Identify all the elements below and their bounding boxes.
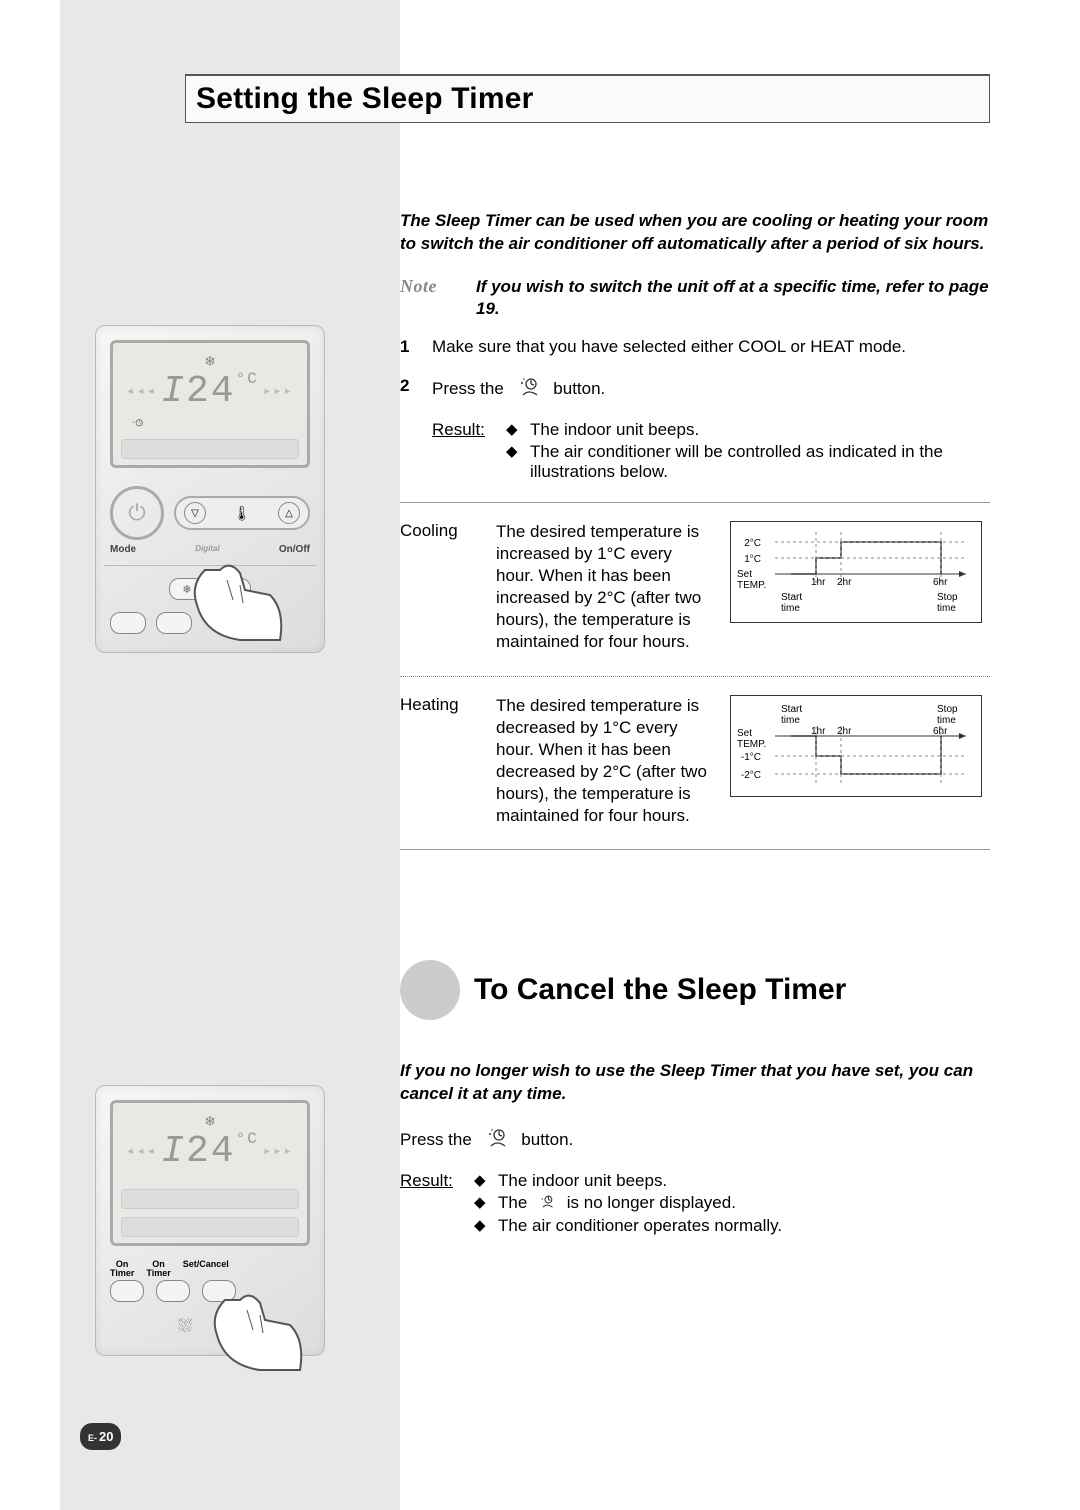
on-timer-label: OnTimer	[110, 1260, 134, 1278]
divider	[400, 502, 990, 503]
on-timer-button[interactable]	[110, 1280, 144, 1302]
svg-text:1°C: 1°C	[744, 554, 761, 565]
svg-text:-2°C: -2°C	[741, 770, 761, 781]
svg-text:-1°C: -1°C	[741, 752, 761, 763]
svg-text:TEMP.: TEMP.	[737, 580, 766, 591]
heading-setting: Setting the Sleep Timer	[196, 82, 979, 116]
grey-circle-icon	[400, 960, 460, 1020]
step-1-text: Make sure that you have selected either …	[432, 336, 990, 359]
diamond-icon: ◆	[506, 442, 520, 482]
svg-text:2°C: 2°C	[744, 538, 761, 549]
section-heading-box: Setting the Sleep Timer	[185, 74, 990, 123]
temp-control[interactable]: ▽ 🌡 △	[174, 496, 310, 530]
fan-bars-left-icon: ◂◂◂	[126, 383, 157, 400]
off-timer-label: OnTimer	[146, 1260, 170, 1278]
note-label: Note	[400, 276, 458, 320]
temp-down-icon[interactable]: ▽	[184, 502, 206, 524]
snowflake-icon: ❄	[121, 353, 299, 370]
lcd-temp-value: I24°C	[161, 370, 259, 413]
step-2-post: button.	[553, 379, 605, 398]
cancel-heading: To Cancel the Sleep Timer	[474, 973, 846, 1007]
cancel-section: To Cancel the Sleep Timer If you no long…	[400, 960, 990, 1238]
svg-text:2hr: 2hr	[837, 726, 852, 737]
result-row: Result: ◆The indoor unit beeps. ◆The air…	[432, 420, 990, 484]
off-timer-button[interactable]	[156, 1280, 190, 1302]
step-1: 1 Make sure that you have selected eithe…	[400, 336, 990, 359]
svg-text:Start: Start	[781, 704, 802, 715]
cancel-result: Result: ◆ The indoor unit beeps. ◆ The is…	[400, 1171, 990, 1238]
svg-text:Set: Set	[737, 728, 752, 739]
cooling-label: Cooling	[400, 521, 478, 654]
step-2-text: Press the button.	[432, 375, 990, 404]
heating-chart: -1°C -2°C Set TEMP. 1hr 2hr 6hr Start ti…	[730, 695, 982, 797]
svg-text:Start: Start	[781, 592, 802, 603]
result-b2: The air conditioner will be controlled a…	[530, 442, 990, 482]
cooling-desc: The desired temperature is increased by …	[496, 521, 712, 654]
dotted-divider	[400, 676, 990, 677]
svg-text:6hr: 6hr	[933, 577, 948, 588]
divider	[400, 849, 990, 850]
cancel-press-pre: Press the	[400, 1130, 472, 1149]
diamond-icon: ◆	[506, 420, 520, 440]
thermometer-icon: 🌡	[233, 505, 251, 522]
result-label: Result:	[432, 420, 488, 484]
content-column: The Sleep Timer can be used when you are…	[400, 210, 990, 868]
hand-pointer-icon	[205, 1285, 315, 1375]
diamond-icon: ◆	[474, 1193, 488, 1214]
hand-pointer-icon	[185, 555, 295, 645]
cancel-press-post: button.	[521, 1130, 573, 1149]
intro-text: The Sleep Timer can be used when you are…	[400, 210, 990, 256]
diamond-icon: ◆	[474, 1171, 488, 1191]
svg-text:time: time	[937, 715, 956, 726]
svg-text:1hr: 1hr	[811, 577, 826, 588]
note-text: If you wish to switch the unit off at a …	[476, 276, 990, 320]
set-cancel-label: Set/Cancel	[183, 1260, 229, 1278]
swing-icon: ⛆	[178, 1316, 192, 1337]
svg-text:Stop: Stop	[937, 704, 958, 715]
fan-bars-right-icon: ▸▸▸	[263, 383, 294, 400]
svg-text:time: time	[781, 603, 800, 614]
sleep-icon	[481, 1126, 513, 1155]
cancel-b3: The air conditioner operates normally.	[498, 1216, 782, 1236]
page-number: E-20	[80, 1423, 121, 1450]
heating-label: Heating	[400, 695, 478, 828]
svg-text:6hr: 6hr	[933, 726, 948, 737]
cancel-b1: The indoor unit beeps.	[498, 1171, 667, 1191]
cancel-press: Press the button.	[400, 1126, 990, 1155]
temp-up-icon[interactable]: △	[278, 502, 300, 524]
result-b1: The indoor unit beeps.	[530, 420, 699, 440]
result-bullets: ◆The indoor unit beeps. ◆The air conditi…	[506, 420, 990, 484]
cancel-result-label: Result:	[400, 1171, 456, 1238]
lcd-sleep-icon	[121, 417, 299, 431]
remote-lcd-2: ❄ ◂◂◂ I24°C ▸▸▸	[110, 1100, 310, 1246]
cancel-b2: The is no longer displayed.	[498, 1193, 736, 1214]
cancel-heading-row: To Cancel the Sleep Timer	[400, 960, 990, 1020]
mode-label: Mode	[110, 544, 136, 555]
svg-text:Stop: Stop	[937, 592, 958, 603]
svg-text:1hr: 1hr	[811, 726, 826, 737]
heating-row: Heating The desired temperature is decre…	[400, 695, 990, 828]
onoff-label: On/Off	[279, 544, 310, 555]
cooling-row: Cooling The desired temperature is incre…	[400, 521, 990, 654]
heating-desc: The desired temperature is decreased by …	[496, 695, 712, 828]
cooling-chart: 2°C 1°C Set TEMP. 1hr 2hr 6hr Start time…	[730, 521, 982, 623]
svg-text:time: time	[937, 603, 956, 614]
step-2: 2 Press the button.	[400, 375, 990, 404]
svg-text:time: time	[781, 715, 800, 726]
power-button[interactable]: ⏻	[110, 486, 164, 540]
sleep-icon-small	[536, 1193, 558, 1214]
step-2-number: 2	[400, 375, 418, 404]
remote-lcd: ❄ ◂◂◂ I24°C ▸▸▸	[110, 340, 310, 468]
set-temp-label: Set	[737, 569, 752, 580]
svg-text:TEMP.: TEMP.	[737, 739, 766, 750]
sleep-icon	[513, 375, 545, 404]
diamond-icon: ◆	[474, 1216, 488, 1236]
step-1-number: 1	[400, 336, 418, 359]
note-row: Note If you wish to switch the unit off …	[400, 276, 990, 320]
cancel-intro: If you no longer wish to use the Sleep T…	[400, 1060, 990, 1106]
remote-illustration-2: ❄ ◂◂◂ I24°C ▸▸▸ OnTimer OnTimer Set/Canc…	[95, 1085, 325, 1356]
svg-text:2hr: 2hr	[837, 577, 852, 588]
step-2-pre: Press the	[432, 379, 504, 398]
remote-illustration-1: ❄ ◂◂◂ I24°C ▸▸▸ ⏻ ▽ 🌡 △	[95, 325, 325, 653]
